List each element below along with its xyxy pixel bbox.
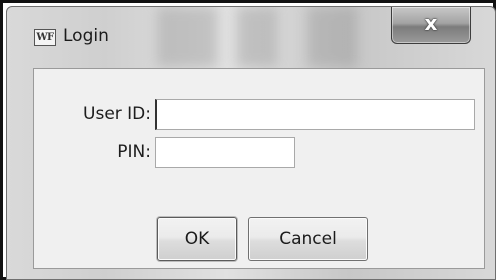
userid-input[interactable]: [155, 99, 475, 130]
ok-button[interactable]: OK: [157, 217, 237, 261]
window-title: Login: [63, 26, 109, 46]
userid-label: User ID:: [83, 104, 151, 124]
app-icon: WF: [34, 29, 56, 46]
title-bar[interactable]: WF Login x: [7, 7, 495, 61]
pin-input[interactable]: [155, 137, 295, 168]
pin-label: PIN:: [117, 142, 151, 162]
login-dialog: WF Login x User ID: PIN: OK Cancel: [6, 6, 496, 280]
screenshot-frame: WF Login x User ID: PIN: OK Cancel: [0, 0, 496, 280]
cancel-button[interactable]: Cancel: [248, 217, 368, 261]
close-button[interactable]: x: [391, 7, 471, 44]
dialog-content: User ID: PIN: OK Cancel: [33, 68, 485, 269]
close-icon: x: [424, 11, 438, 35]
